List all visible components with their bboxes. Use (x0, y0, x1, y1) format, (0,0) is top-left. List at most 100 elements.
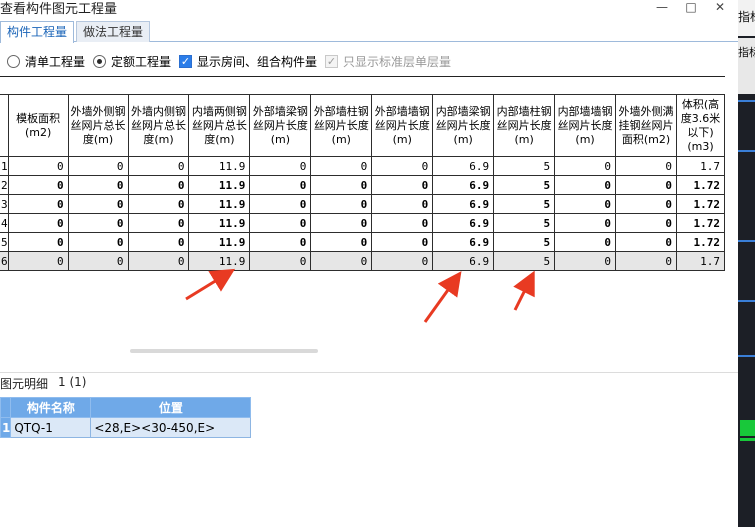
column-header[interactable]: 内部墙梁钢丝网片长度(m) (432, 94, 495, 157)
column-header[interactable]: 体积(高度3.6米以下)(m3) (675, 94, 726, 157)
radio-quota-quantity[interactable]: 定额工程量 (93, 53, 171, 69)
table-cell[interactable]: 5 (493, 251, 556, 271)
table-cell[interactable]: 0 (371, 156, 434, 176)
table-cell[interactable]: 11.9 (188, 213, 251, 233)
table-cell[interactable]: 6.9 (432, 175, 495, 195)
table-cell[interactable]: 0 (310, 251, 373, 271)
close-icon[interactable]: ✕ (710, 0, 730, 16)
table-cell[interactable]: 0 (127, 156, 190, 176)
table-cell[interactable]: 0 (7, 232, 69, 252)
table-cell[interactable]: 6.9 (432, 156, 495, 176)
table-cell[interactable]: 0 (310, 213, 373, 233)
table-cell[interactable]: 1.7 (675, 251, 726, 271)
table-row[interactable]: 2 0 0 0 11.9 0 0 0 6.9 5 0 0 1.72 (0, 175, 726, 195)
detail-column-header[interactable]: 构件名称 (10, 397, 92, 418)
table-cell[interactable]: 5 (493, 194, 556, 214)
table-cell[interactable]: 0 (249, 232, 312, 252)
table-cell[interactable]: 0 (310, 232, 373, 252)
column-header[interactable]: 外墙外侧钢丝网片总长度(m) (67, 94, 129, 157)
column-header[interactable]: 内部墙墙钢丝网片长度(m) (554, 94, 617, 157)
table-cell[interactable]: 0 (249, 156, 312, 176)
table-cell[interactable]: 11.9 (188, 232, 251, 252)
table-cell[interactable]: 0 (554, 175, 617, 195)
table-cell[interactable]: 11.9 (188, 175, 251, 195)
table-cell[interactable]: 0 (554, 232, 617, 252)
minimize-icon[interactable]: — (652, 0, 672, 16)
column-header[interactable]: 外部墙柱钢丝网片长度(m) (310, 94, 373, 157)
radio-selected-icon[interactable] (93, 54, 106, 68)
detail-column-header[interactable]: 位置 (90, 397, 252, 418)
table-row[interactable]: 4 0 0 0 11.9 0 0 0 6.9 5 0 0 1.72 (0, 213, 726, 233)
table-cell[interactable]: 0 (615, 175, 677, 195)
table-cell[interactable]: 0 (67, 251, 129, 271)
table-row[interactable]: 6 0 0 0 11.9 0 0 0 6.9 5 0 0 1.7 (0, 251, 726, 271)
table-cell[interactable]: 0 (554, 251, 617, 271)
table-cell[interactable]: 0 (7, 251, 69, 271)
column-header[interactable]: 内墙两侧钢丝网片总长度(m) (188, 94, 251, 157)
table-cell[interactable]: 5 (493, 175, 556, 195)
table-cell[interactable]: 5 (493, 156, 556, 176)
table-cell[interactable]: 0 (371, 194, 434, 214)
table-cell[interactable]: 0 (371, 175, 434, 195)
table-cell[interactable]: 1.72 (675, 232, 726, 252)
table-cell[interactable]: 0 (615, 232, 677, 252)
table-cell[interactable]: 0 (67, 213, 129, 233)
table-cell[interactable]: 0 (67, 156, 129, 176)
table-cell[interactable]: 0 (249, 175, 312, 195)
table-row[interactable]: 3 0 0 0 11.9 0 0 0 6.9 5 0 0 1.72 (0, 194, 726, 214)
table-cell[interactable]: 1.72 (675, 194, 726, 214)
table-cell[interactable]: 0 (249, 213, 312, 233)
table-cell[interactable]: 0 (67, 175, 129, 195)
table-cell[interactable]: 0 (127, 194, 190, 214)
table-cell[interactable]: 11.9 (188, 194, 251, 214)
table-cell[interactable]: 11.9 (188, 156, 251, 176)
table-row[interactable]: 5 0 0 0 11.9 0 0 0 6.9 5 0 0 1.72 (0, 232, 726, 252)
column-header[interactable]: 外墙外侧满挂钢丝网片面积(m2) (615, 94, 677, 157)
table-cell[interactable]: 0 (310, 175, 373, 195)
table-cell[interactable]: 0 (554, 194, 617, 214)
table-cell[interactable]: 0 (127, 232, 190, 252)
table-cell[interactable]: 0 (310, 156, 373, 176)
table-cell[interactable]: 0 (249, 194, 312, 214)
table-cell[interactable]: 0 (67, 232, 129, 252)
table-cell[interactable]: 0 (7, 213, 69, 233)
table-cell[interactable]: 0 (615, 251, 677, 271)
table-cell[interactable]: 0 (310, 194, 373, 214)
table-cell[interactable]: 6.9 (432, 251, 495, 271)
detail-position[interactable]: <28,E><30-450,E> (90, 417, 252, 438)
table-cell[interactable]: 0 (127, 251, 190, 271)
table-cell[interactable]: 0 (554, 213, 617, 233)
table-cell[interactable]: 1.72 (675, 213, 726, 233)
table-cell[interactable]: 0 (127, 175, 190, 195)
column-header[interactable]: 外部墙梁钢丝网片长度(m) (249, 94, 312, 157)
table-cell[interactable]: 0 (371, 232, 434, 252)
maximize-icon[interactable]: □ (681, 0, 701, 16)
table-cell[interactable]: 0 (615, 156, 677, 176)
table-cell[interactable]: 5 (493, 232, 556, 252)
table-cell[interactable]: 6.9 (432, 232, 495, 252)
column-header[interactable]: 外部墙墙钢丝网片长度(m) (371, 94, 434, 157)
radio-circle-icon[interactable] (7, 54, 20, 68)
table-cell[interactable]: 0 (615, 194, 677, 214)
table-cell[interactable]: 0 (7, 194, 69, 214)
table-cell[interactable]: 0 (371, 251, 434, 271)
column-header[interactable]: 外墙内侧钢丝网片总长度(m) (127, 94, 190, 157)
table-cell[interactable]: 1.7 (675, 156, 726, 176)
table-cell[interactable]: 5 (493, 213, 556, 233)
checkmark-icon[interactable]: ✓ (179, 54, 192, 68)
tab-method-quantity[interactable]: 做法工程量 (76, 21, 151, 42)
detail-component-name[interactable]: QTQ-1 (10, 417, 92, 438)
table-row[interactable]: 1 0 0 0 11.9 0 0 0 6.9 5 0 0 1.7 (0, 156, 726, 176)
column-header[interactable]: 模板面积(m2) (7, 94, 69, 157)
horizontal-scrollbar[interactable] (130, 349, 318, 353)
checkbox-show-rooms[interactable]: ✓ 显示房间、组合构件量 (179, 53, 317, 69)
table-cell[interactable]: 0 (615, 213, 677, 233)
detail-row[interactable]: 1 QTQ-1 <28,E><30-450,E> (0, 417, 252, 438)
column-header[interactable]: 内部墙柱钢丝网片长度(m) (493, 94, 556, 157)
table-cell[interactable]: 0 (249, 251, 312, 271)
table-cell[interactable]: 0 (7, 156, 69, 176)
table-cell[interactable]: 6.9 (432, 213, 495, 233)
table-cell[interactable]: 11.9 (188, 251, 251, 271)
table-cell[interactable]: 0 (67, 194, 129, 214)
table-cell[interactable]: 0 (127, 213, 190, 233)
